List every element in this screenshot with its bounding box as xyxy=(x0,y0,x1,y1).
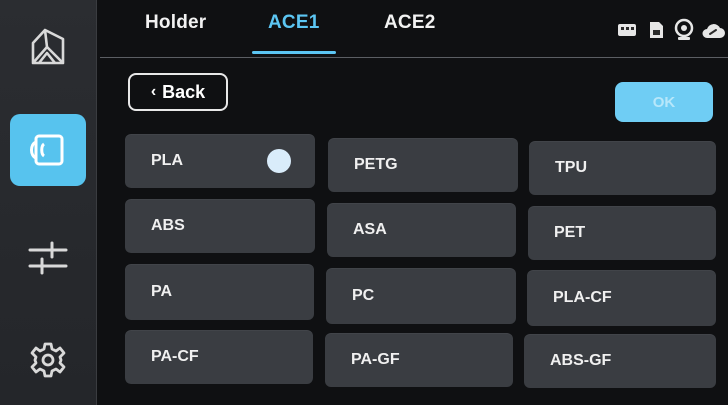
material-label: PA-CF xyxy=(151,348,199,365)
sidebar-item-settings[interactable] xyxy=(10,324,86,396)
material-tile-pla-cf[interactable]: PLA-CF xyxy=(527,270,716,326)
material-label: PET xyxy=(554,224,586,241)
gear-icon xyxy=(30,342,66,378)
material-label: TPU xyxy=(555,159,587,176)
sidebar-item-controls[interactable] xyxy=(10,222,86,294)
material-label: PETG xyxy=(354,156,398,173)
material-label: ABS xyxy=(151,217,185,234)
material-label: PA-GF xyxy=(351,351,400,368)
filament-icon xyxy=(30,134,64,166)
material-tile-abs-gf[interactable]: ABS-GF xyxy=(524,334,716,388)
ok-button[interactable]: OK xyxy=(615,82,713,122)
back-button-label: Back xyxy=(162,81,206,102)
material-tile-pc[interactable]: PC xyxy=(326,268,516,324)
material-label: ASA xyxy=(353,221,387,238)
camera-icon xyxy=(674,18,694,40)
material-label: PC xyxy=(352,287,375,304)
material-tile-pa[interactable]: PA xyxy=(125,264,314,320)
back-button[interactable]: ‹ Back xyxy=(128,73,228,111)
material-tile-tpu[interactable]: TPU xyxy=(529,141,716,195)
home-icon xyxy=(31,28,65,65)
material-label: PLA-CF xyxy=(553,289,612,306)
usb-icon xyxy=(618,24,636,36)
material-label: ABS-GF xyxy=(550,352,612,369)
active-tab-indicator xyxy=(252,51,336,54)
material-tile-pa-cf[interactable]: PA-CF xyxy=(125,330,313,384)
chevron-left-icon: ‹ xyxy=(150,83,157,100)
cloud-link-icon xyxy=(702,24,725,38)
sliders-icon xyxy=(28,241,68,275)
header-divider xyxy=(100,57,728,58)
sidebar-item-filament[interactable] xyxy=(10,114,86,186)
material-label: PLA xyxy=(151,152,183,169)
material-tile-pa-gf[interactable]: PA-GF xyxy=(325,333,513,387)
material-tile-asa[interactable]: ASA xyxy=(327,203,516,257)
sidebar xyxy=(0,0,97,405)
selected-indicator-icon xyxy=(267,149,291,173)
material-tile-pet[interactable]: PET xyxy=(528,206,716,260)
material-label: PA xyxy=(151,283,173,300)
storage-icon xyxy=(650,22,663,38)
material-tile-pla[interactable]: PLA xyxy=(125,134,315,188)
tab-ace1[interactable]: ACE1 xyxy=(268,12,319,34)
tab-ace2[interactable]: ACE2 xyxy=(384,12,435,34)
material-tile-abs[interactable]: ABS xyxy=(125,199,315,253)
sidebar-item-home[interactable] xyxy=(10,10,86,82)
material-tile-petg[interactable]: PETG xyxy=(328,138,518,192)
tab-holder[interactable]: Holder xyxy=(145,12,206,34)
